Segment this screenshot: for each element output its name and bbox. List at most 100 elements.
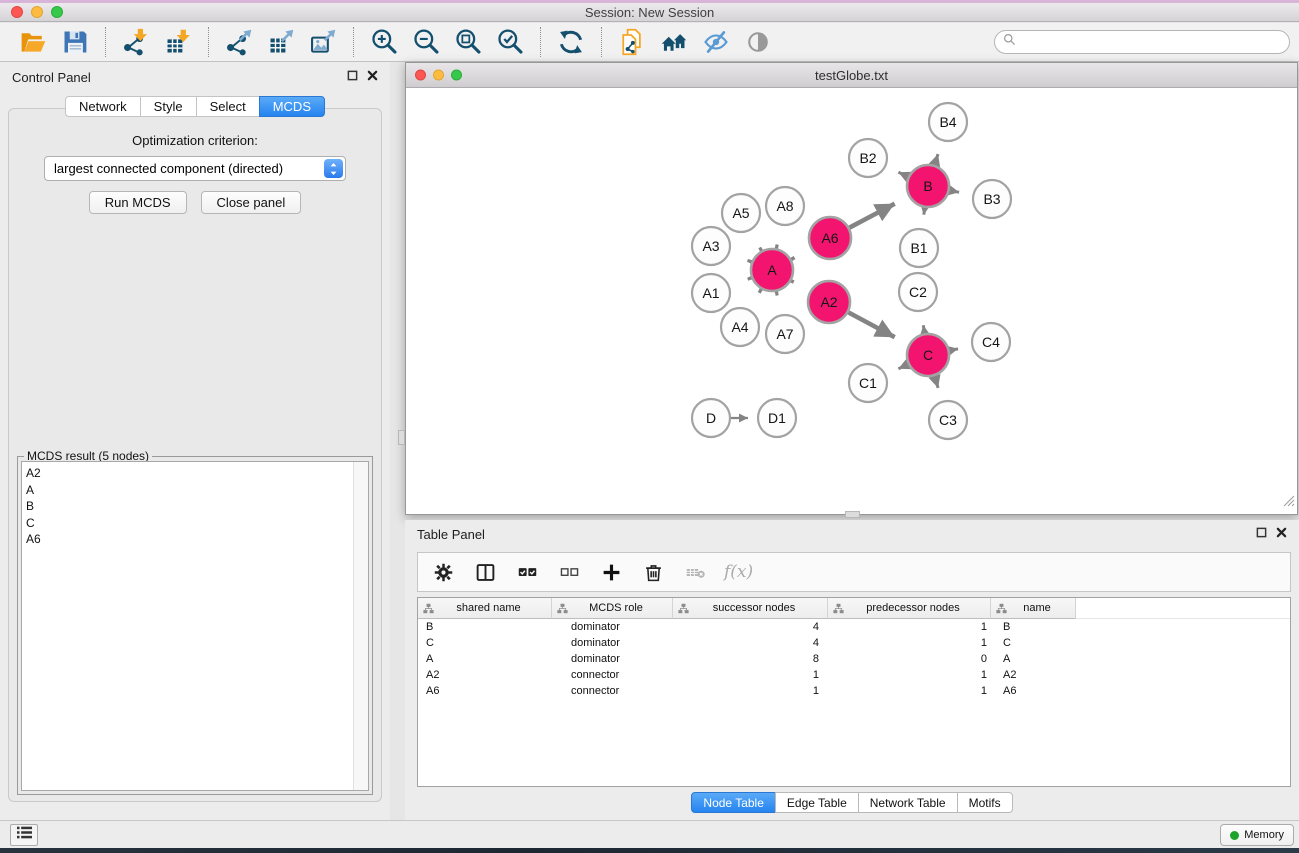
zoom-fit-button[interactable] [450, 26, 486, 58]
horizontal-splitter-handle[interactable] [845, 511, 860, 518]
table-cell: A6 [418, 683, 552, 699]
close-panel-icon[interactable] [367, 68, 378, 86]
zoom-selected-button[interactable] [492, 26, 528, 58]
minimize-window-button[interactable] [31, 6, 43, 18]
table-cell: 1 [828, 619, 991, 635]
table-row[interactable]: A2connector11A2 [418, 667, 1290, 683]
graph-edge-A-A3[interactable] [748, 260, 752, 262]
home-button[interactable] [656, 26, 692, 58]
deselect-all-columns-button[interactable] [556, 559, 582, 585]
toolbar-separator [353, 27, 354, 57]
table-cell: dominator [552, 635, 673, 651]
result-item: A2 [26, 465, 368, 482]
network-zoom-button[interactable] [451, 70, 462, 81]
tab-network[interactable]: Network [65, 96, 141, 117]
task-history-button[interactable] [10, 824, 38, 846]
graph-edge-A6-B[interactable] [849, 204, 894, 228]
graph-edge-A-A8[interactable] [776, 245, 777, 249]
import-table-button[interactable] [160, 26, 196, 58]
export-image-button[interactable] [305, 26, 341, 58]
tab-mcds[interactable]: MCDS [259, 96, 325, 117]
graph-edge-A-A6[interactable] [791, 258, 794, 260]
zoom-in-button[interactable] [366, 26, 402, 58]
export-table-button[interactable] [263, 26, 299, 58]
graph-edge-B-B3[interactable] [950, 190, 960, 192]
tab-style[interactable]: Style [140, 96, 197, 117]
graph-node-label: A7 [776, 326, 793, 342]
tab-motifs[interactable]: Motifs [957, 792, 1013, 813]
network-canvas[interactable]: B4B2BB3B1A5A8A6A3AA1C2A4A7A2CC4C1C3DD1 [406, 89, 1297, 514]
graph-node-label: C4 [982, 334, 1000, 350]
graph-edge-B-B2[interactable] [898, 172, 908, 177]
add-column-button[interactable] [598, 559, 624, 585]
show-graphics-details-button[interactable] [740, 26, 776, 58]
graph-edge-A-A7[interactable] [776, 292, 777, 296]
toggle-columns-button[interactable] [472, 559, 498, 585]
table-row[interactable]: Cdominator41C [418, 635, 1290, 651]
network-window-titlebar: testGlobe.txt [406, 63, 1297, 88]
close-panel-icon[interactable] [1276, 525, 1287, 543]
tab-network-table[interactable]: Network Table [858, 792, 958, 813]
table-cell-filler [1076, 619, 1290, 635]
graph-edge-C-C4[interactable] [950, 349, 959, 351]
search-input[interactable] [1021, 35, 1289, 49]
graph-edge-B-B1[interactable] [924, 208, 925, 215]
table-row[interactable]: Bdominator41B [418, 619, 1290, 635]
zoom-window-button[interactable] [51, 6, 63, 18]
close-window-button[interactable] [11, 6, 23, 18]
main-toolbar [0, 23, 1299, 62]
network-close-button[interactable] [415, 70, 426, 81]
control-panel: Control Panel NetworkStyleSelectMCDS Opt… [0, 62, 390, 820]
tab-node-table[interactable]: Node Table [691, 792, 776, 813]
graph-edge-C-C3[interactable] [935, 376, 939, 388]
duplicate-network-button[interactable] [614, 26, 650, 58]
column-header-shared-name[interactable]: shared name [418, 598, 552, 619]
table-body: Bdominator41BCdominator41CAdominator80AA… [418, 619, 1290, 699]
memory-status-icon [1230, 831, 1239, 840]
export-network-button[interactable] [221, 26, 257, 58]
float-panel-icon[interactable] [1256, 525, 1267, 543]
graph-node-label: C [923, 347, 933, 363]
column-header-MCDS-role[interactable]: MCDS role [552, 598, 673, 619]
table-row[interactable]: Adominator80A [418, 651, 1290, 667]
result-item: B [26, 498, 368, 515]
column-header-name[interactable]: name [991, 598, 1076, 619]
column-header-predecessor-nodes[interactable]: predecessor nodes [828, 598, 991, 619]
settings-gear-button[interactable] [430, 559, 456, 585]
network-minimize-button[interactable] [433, 70, 444, 81]
select-all-columns-button[interactable] [514, 559, 540, 585]
graph-edge-A-A4[interactable] [759, 289, 761, 293]
graph-edge-C-C1[interactable] [898, 364, 908, 369]
mcds-result-list[interactable]: A2ABCA6 [21, 461, 369, 791]
tab-select[interactable]: Select [196, 96, 260, 117]
save-session-button[interactable] [57, 26, 93, 58]
criterion-dropdown[interactable]: largest connected component (directed) [44, 156, 346, 181]
graph-edge-A-A2[interactable] [791, 281, 794, 282]
vertical-splitter-handle[interactable] [398, 430, 405, 445]
table-header-row: shared nameMCDS rolesuccessor nodesprede… [418, 598, 1290, 619]
graph-edge-A-A5[interactable] [760, 248, 762, 251]
graph-edge-B-B4[interactable] [935, 154, 938, 165]
run-mcds-button[interactable]: Run MCDS [89, 191, 187, 214]
table-row[interactable]: A6connector11A6 [418, 683, 1290, 699]
tab-edge-table[interactable]: Edge Table [775, 792, 859, 813]
open-session-button[interactable] [15, 26, 51, 58]
result-scrollbar[interactable] [353, 462, 368, 790]
import-network-button[interactable] [118, 26, 154, 58]
table-panel-header: Table Panel [405, 520, 1299, 548]
zoom-out-button[interactable] [408, 26, 444, 58]
table-cell: B [991, 619, 1076, 635]
graph-edge-A2-C[interactable] [848, 312, 894, 337]
table-cell: 1 [673, 683, 828, 699]
hide-graphics-details-button[interactable] [698, 26, 734, 58]
search-box[interactable] [994, 30, 1290, 54]
memory-button[interactable]: Memory [1220, 824, 1294, 846]
delete-column-button[interactable] [640, 559, 666, 585]
graph-edge-A-A1[interactable] [748, 278, 752, 279]
column-header-successor-nodes[interactable]: successor nodes [673, 598, 828, 619]
window-resize-grip[interactable] [1282, 494, 1295, 512]
refresh-layout-button[interactable] [553, 26, 589, 58]
graph-edge-C-C2[interactable] [923, 325, 924, 333]
float-panel-icon[interactable] [347, 68, 358, 86]
close-panel-button[interactable]: Close panel [201, 191, 302, 214]
